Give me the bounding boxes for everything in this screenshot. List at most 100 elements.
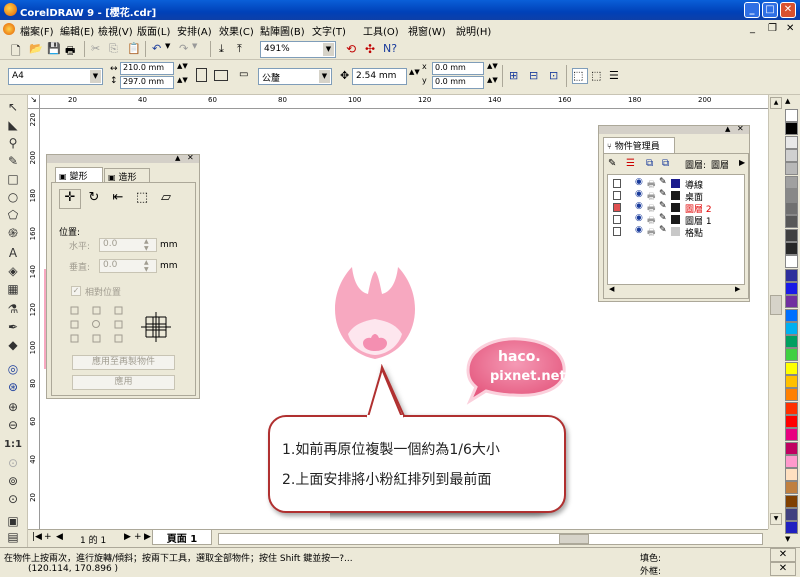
minimize-button[interactable]: _ bbox=[744, 2, 760, 18]
color-swatch[interactable] bbox=[785, 348, 798, 362]
copy-icon[interactable]: ⎘ bbox=[108, 41, 124, 57]
pencil-icon[interactable]: ✎ bbox=[659, 189, 667, 199]
document-icon[interactable] bbox=[3, 23, 15, 35]
hscroll-thumb[interactable] bbox=[559, 534, 589, 544]
chevron-down-icon[interactable]: ▼ bbox=[319, 70, 330, 83]
menu-window[interactable]: 視窗(W) bbox=[408, 23, 446, 38]
zoom-selected-icon[interactable]: ⊙ bbox=[4, 455, 22, 471]
whats-this-help-icon[interactable]: N? bbox=[382, 41, 398, 57]
doc-close-button[interactable]: ✕ bbox=[786, 23, 794, 34]
menu-effects[interactable]: 效果(C) bbox=[219, 23, 254, 38]
tab-transform[interactable]: ▣ 變形 bbox=[55, 167, 103, 182]
docker-collapse-icon[interactable]: ▲ bbox=[725, 125, 730, 133]
duplicate-x-input[interactable]: 0.0 mm bbox=[432, 62, 484, 75]
layer-row[interactable]: ◉ 🖶 ✎ 桌面 bbox=[613, 189, 741, 203]
treat-as-filled-icon[interactable]: ⬚ bbox=[572, 68, 588, 84]
menu-arrange[interactable]: 安排(A) bbox=[177, 23, 212, 38]
color-swatch[interactable] bbox=[785, 494, 798, 508]
docker-titlebar[interactable]: ▲ ✕ bbox=[47, 153, 199, 163]
fill-swatch-icon[interactable]: ✕ bbox=[770, 548, 796, 562]
page-width-input[interactable]: 210.0 mm bbox=[120, 62, 174, 75]
first-page-icon[interactable]: |◀ bbox=[32, 532, 42, 542]
draw-objects-icon[interactable]: ⬚ bbox=[590, 68, 606, 84]
freehand-tool-icon[interactable]: ✎ bbox=[4, 153, 22, 169]
units-combo[interactable]: 公釐 ▼ bbox=[258, 68, 332, 85]
menu-layout[interactable]: 版面(L) bbox=[137, 23, 170, 38]
vertical-scrollbar[interactable]: ▲ ▼ bbox=[768, 95, 782, 529]
palette-up-icon[interactable]: ▲ bbox=[785, 97, 790, 105]
import-icon[interactable]: ⤓ bbox=[218, 41, 234, 57]
layer-page-icon[interactable] bbox=[613, 227, 621, 236]
interactive-envelope-icon[interactable]: ⊛ bbox=[4, 379, 22, 395]
shape-tool-icon[interactable]: ◣ bbox=[4, 117, 22, 133]
palette-down-icon[interactable]: ▼ bbox=[785, 535, 790, 543]
docker-close-icon[interactable]: ✕ bbox=[737, 124, 744, 133]
maximize-button[interactable]: □ bbox=[762, 2, 778, 18]
pick-tool-icon[interactable]: ↖ bbox=[4, 99, 22, 115]
save-icon[interactable]: 💾 bbox=[46, 41, 62, 57]
fill-tool-icon[interactable]: ◆ bbox=[4, 337, 22, 353]
text-tool-icon[interactable]: A bbox=[4, 245, 22, 261]
docker-titlebar[interactable]: ▲ ✕ bbox=[599, 124, 749, 134]
horizontal-spinner[interactable]: ▲ ▼ bbox=[144, 238, 149, 252]
duplicate-y-input[interactable]: 0.0 mm bbox=[432, 76, 484, 89]
new-layer-icon[interactable]: ⧉ bbox=[661, 157, 677, 173]
zoom-height-icon[interactable]: ▤ bbox=[4, 529, 22, 545]
tab-shaping[interactable]: ▣ 造形 bbox=[104, 168, 150, 183]
show-properties-icon[interactable]: ☰ bbox=[625, 157, 641, 173]
menu-edit[interactable]: 編輯(E) bbox=[60, 23, 94, 38]
menu-view[interactable]: 檢視(V) bbox=[98, 23, 133, 38]
color-swatch[interactable] bbox=[785, 242, 798, 255]
menu-help[interactable]: 說明(H) bbox=[456, 23, 491, 38]
color-swatch[interactable] bbox=[785, 401, 798, 415]
corel-launcher-icon[interactable]: ⟲ bbox=[345, 41, 361, 57]
outline-tool-icon[interactable]: ✒ bbox=[4, 319, 22, 335]
dup-x-spinner[interactable]: ▲▼ bbox=[487, 62, 498, 70]
interactive-fill-icon[interactable]: ◈ bbox=[4, 263, 22, 279]
color-swatch[interactable] bbox=[785, 122, 798, 136]
horizontal-scrollbar[interactable] bbox=[218, 533, 763, 545]
color-swatch[interactable] bbox=[785, 335, 798, 349]
interactive-blend-icon[interactable]: ◎ bbox=[4, 361, 22, 377]
color-swatch[interactable] bbox=[785, 468, 798, 482]
color-swatch[interactable] bbox=[785, 135, 798, 149]
pencil-icon[interactable]: ✎ bbox=[659, 213, 667, 223]
redo-dropdown-icon[interactable]: ▼ bbox=[191, 41, 207, 57]
zoom-width-icon[interactable]: ▣ bbox=[4, 513, 22, 529]
add-page-after-icon[interactable]: + bbox=[134, 532, 142, 542]
pencil-icon[interactable]: ✎ bbox=[659, 177, 667, 187]
color-swatch[interactable] bbox=[785, 414, 798, 428]
chevron-down-icon[interactable]: ▼ bbox=[323, 43, 334, 56]
anchor-grid[interactable] bbox=[69, 305, 125, 345]
tab-object-manager[interactable]: ⑂ 物件管理員 bbox=[603, 137, 675, 153]
color-swatch[interactable] bbox=[785, 321, 798, 335]
scroll-thumb[interactable] bbox=[770, 295, 782, 315]
export-icon[interactable]: ⤒ bbox=[236, 41, 252, 57]
cut-icon[interactable]: ✂ bbox=[90, 41, 106, 57]
ellipse-tool-icon[interactable]: ○ bbox=[4, 189, 22, 205]
layer-row[interactable]: ◉ 🖶 ✎ 圖層 1 bbox=[613, 213, 741, 227]
layer-row[interactable]: ◉ 🖶 ✎ 圖層 2 bbox=[613, 201, 741, 215]
color-swatch[interactable] bbox=[785, 148, 798, 162]
ruler-origin-icon[interactable]: ↘ bbox=[28, 95, 40, 109]
snap-to-grid-icon[interactable]: ⊞ bbox=[508, 68, 524, 84]
flyout-arrow-icon[interactable]: ▶ bbox=[739, 158, 745, 167]
polygon-tool-icon[interactable]: ⬠ bbox=[4, 207, 22, 223]
print-icon[interactable]: 🖶 bbox=[64, 41, 80, 57]
pencil-icon[interactable]: ✎ bbox=[659, 201, 667, 211]
scroll-up-icon[interactable]: ▲ bbox=[770, 97, 782, 109]
apply-to-duplicate-button[interactable]: 應用至再製物件 bbox=[72, 355, 175, 370]
color-swatch[interactable] bbox=[785, 361, 798, 375]
color-swatch[interactable] bbox=[785, 508, 798, 521]
color-swatch[interactable] bbox=[785, 162, 798, 176]
layer-row[interactable]: ◉ 🖶 ✎ 導線 bbox=[613, 177, 741, 191]
horizontal-ruler[interactable]: ↘ 20 40 60 80 100 120 140 160 180 200 bbox=[28, 95, 768, 109]
menu-bitmaps[interactable]: 點陣圖(B) bbox=[260, 23, 305, 38]
color-swatch[interactable] bbox=[785, 175, 798, 189]
printer-icon[interactable]: 🖶 bbox=[647, 225, 656, 241]
color-swatch[interactable] bbox=[785, 268, 798, 282]
prev-page-icon[interactable]: ◀ bbox=[56, 532, 63, 542]
zoom-tool-icon[interactable]: ⚲ bbox=[4, 135, 22, 151]
next-page-icon[interactable]: ▶ bbox=[124, 532, 131, 542]
layer-page-icon[interactable] bbox=[613, 203, 621, 212]
